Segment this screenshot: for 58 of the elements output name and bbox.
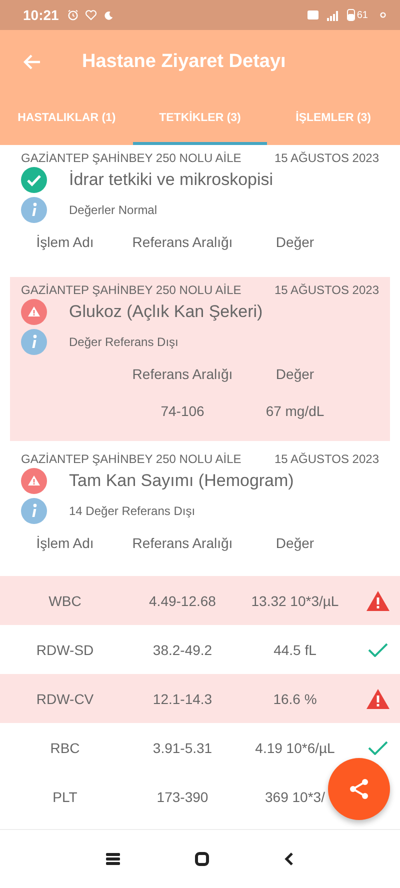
- battery-level: 61: [356, 10, 368, 20]
- tab[interactable]: İŞLEMLER (3): [266, 94, 400, 145]
- signal-icon: [324, 9, 341, 21]
- column-header: Değer: [276, 535, 314, 551]
- table-cell: 173-390: [156, 788, 208, 804]
- battery-icon: [346, 9, 355, 21]
- facility-name: GAZİANTEP ŞAHİNBEY 250 NOLU AİLE: [21, 283, 242, 297]
- column-header: Referans Aralığı: [132, 234, 233, 250]
- column-header: İşlem Adı: [36, 234, 94, 250]
- column-header: Değer: [276, 366, 314, 382]
- table-cell: 16.6 %: [273, 690, 317, 706]
- test-date: 15 AĞUSTOS 2023: [274, 283, 379, 297]
- test-date: 15 AĞUSTOS 2023: [274, 151, 379, 165]
- result-note: Değerler Normal: [69, 203, 158, 217]
- table-cell: WBC: [48, 592, 82, 608]
- column-header: Referans Aralığı: [132, 535, 233, 551]
- back-arrow-icon: [22, 52, 42, 72]
- info-icon: [21, 498, 47, 524]
- screen-title: Hastane Ziyaret Detayı: [82, 51, 286, 73]
- moon-icon: [102, 10, 114, 20]
- alarm-clock-icon: [66, 9, 79, 21]
- table-cell: 38.2-49.2: [152, 642, 212, 658]
- dot-icon: [380, 12, 386, 18]
- table-cell: 4.49-12.68: [149, 592, 216, 608]
- test-name: İdrar tetkiki ve mikroskopisi: [69, 170, 274, 190]
- table-cell: 4.19 10*6/µL: [255, 740, 335, 756]
- result-note: 14 Değer Referans Dışı: [69, 504, 196, 518]
- table-cell: 67 mg/dL: [266, 403, 324, 419]
- table-cell: RDW-CV: [36, 690, 94, 706]
- table-cell: RDW-SD: [36, 642, 94, 658]
- share-icon: [347, 777, 371, 801]
- tab[interactable]: TETKİKLER (3): [133, 94, 267, 145]
- column-header: Değer: [276, 234, 314, 250]
- table-cell: PLT: [52, 788, 78, 804]
- test-name: Glukoz (Açlık Kan Şekeri): [69, 302, 263, 322]
- test-name: Tam Kan Sayımı (Hemogram): [69, 471, 294, 491]
- table-cell: 13.32 10*3/µL: [251, 592, 339, 608]
- share-button[interactable]: [328, 758, 390, 820]
- table-cell: 369 10*3/: [265, 788, 325, 804]
- heart-icon: [84, 9, 97, 21]
- info-icon: [21, 329, 47, 355]
- column-header: Referans Aralığı: [132, 366, 233, 382]
- info-icon: [21, 197, 47, 223]
- tab[interactable]: HASTALIKLAR (1): [0, 94, 134, 145]
- table-cell: 44.5 fL: [274, 642, 316, 658]
- facility-name: GAZİANTEP ŞAHİNBEY 250 NOLU AİLE: [21, 151, 242, 165]
- facility-name: GAZİANTEP ŞAHİNBEY 250 NOLU AİLE: [21, 452, 242, 466]
- table-cell: 3.91-5.31: [152, 740, 212, 756]
- back-icon[interactable]: [284, 852, 294, 866]
- table-cell: 74-106: [160, 403, 204, 419]
- column-header: İşlem Adı: [36, 535, 94, 551]
- menu-icon[interactable]: [106, 853, 120, 865]
- result-note: Değer Referans Dışı: [69, 335, 178, 349]
- table-cell: 12.1-14.3: [152, 690, 212, 706]
- home-icon[interactable]: [195, 852, 209, 866]
- test-date: 15 AĞUSTOS 2023: [274, 452, 379, 466]
- status-time: 10:21: [23, 7, 59, 23]
- table-cell: RBC: [50, 740, 80, 756]
